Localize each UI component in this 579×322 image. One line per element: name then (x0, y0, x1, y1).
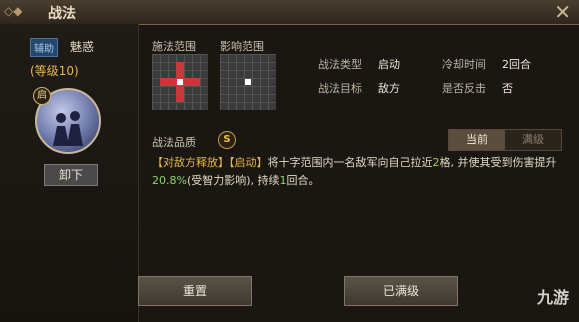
desc-text-2: 格, 并使其受到伤害提升 (439, 156, 557, 169)
target-value: 敌方 (378, 82, 400, 95)
cast-center-dot (177, 79, 183, 85)
effect-range-label: 影响范围 (220, 40, 264, 53)
launch-badge: 启 (33, 87, 51, 105)
quality-grade-badge: S (218, 131, 236, 149)
quality-label: 战法品质 (152, 136, 196, 149)
tab-current[interactable]: 当前 (449, 130, 505, 150)
effect-range-grid (220, 54, 276, 110)
role-tag: 辅助 (30, 38, 58, 57)
level-toggle: 当前 满级 (448, 129, 562, 151)
close-icon[interactable]: ✕ (554, 0, 571, 24)
tab-max-level[interactable]: 满级 (505, 130, 561, 150)
desc-text-1: 将十字范围内一名敌军向自己拉近 (267, 156, 433, 169)
effect-center-dot (245, 79, 251, 85)
desc-value-distance: 2 (432, 156, 440, 169)
type-value: 启动 (378, 58, 400, 71)
skill-description: 【对敌方释放】【启动】将十字范围内一名敌军向自己拉近2格, 并使其受到伤害提升 2… (152, 154, 572, 190)
title-bar: ◇◆ 战法 ✕ (0, 0, 579, 25)
desc-target: 【对敌方释放】 (152, 156, 229, 169)
desc-trigger: 【启动】 (229, 156, 268, 169)
target-label: 战法目标 (318, 82, 362, 95)
ornament-icon: ◇◆ (4, 4, 23, 18)
cooldown-value: 2回合 (502, 58, 531, 71)
desc-text-3: (受智力影响), 持续 (186, 174, 280, 187)
desc-value-duration: 1 (279, 174, 287, 187)
skill-name: 魅惑 (70, 40, 95, 54)
desc-text-4: 回合。 (286, 174, 320, 187)
watermark-logo: 九游 (536, 288, 569, 307)
counter-value: 否 (502, 82, 513, 95)
type-label: 战法类型 (318, 58, 362, 71)
cooldown-label: 冷却时间 (442, 58, 486, 71)
cast-range-label: 施法范围 (152, 40, 196, 53)
cast-range-grid (152, 54, 208, 110)
skill-level: (等级10) (30, 64, 79, 78)
reset-button[interactable]: 重置 (138, 276, 252, 306)
window-title: 战法 (48, 6, 76, 22)
counter-label: 是否反击 (442, 82, 486, 95)
desc-value-damage: 20.8% (152, 174, 187, 187)
unequip-button[interactable]: 卸下 (44, 164, 98, 186)
maxed-button[interactable]: 已满级 (344, 276, 458, 306)
